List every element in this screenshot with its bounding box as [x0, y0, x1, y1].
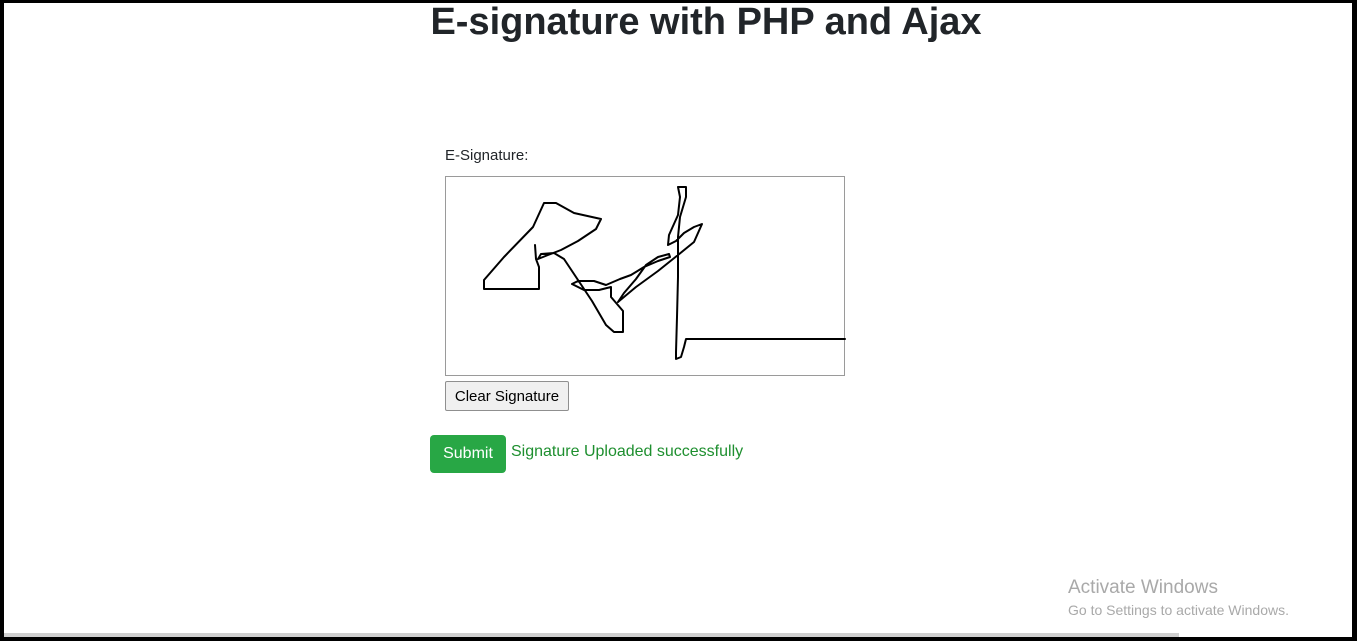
horizontal-scrollbar[interactable] — [4, 633, 1179, 637]
signature-label: E-Signature: — [445, 147, 529, 164]
clear-signature-button[interactable]: Clear Signature — [445, 381, 569, 411]
signature-stroke — [483, 186, 846, 360]
signature-pad[interactable] — [445, 176, 846, 376]
page-title: E-signature with PHP and Ajax — [430, 1, 982, 43]
status-message: Signature Uploaded successfully — [511, 443, 744, 460]
submit-button[interactable]: Submit — [430, 435, 506, 473]
watermark-subtitle: Go to Settings to activate Windows. — [1068, 602, 1289, 618]
activate-windows-watermark: Activate Windows Go to Settings to activ… — [1068, 576, 1289, 620]
watermark-title: Activate Windows — [1068, 577, 1218, 598]
